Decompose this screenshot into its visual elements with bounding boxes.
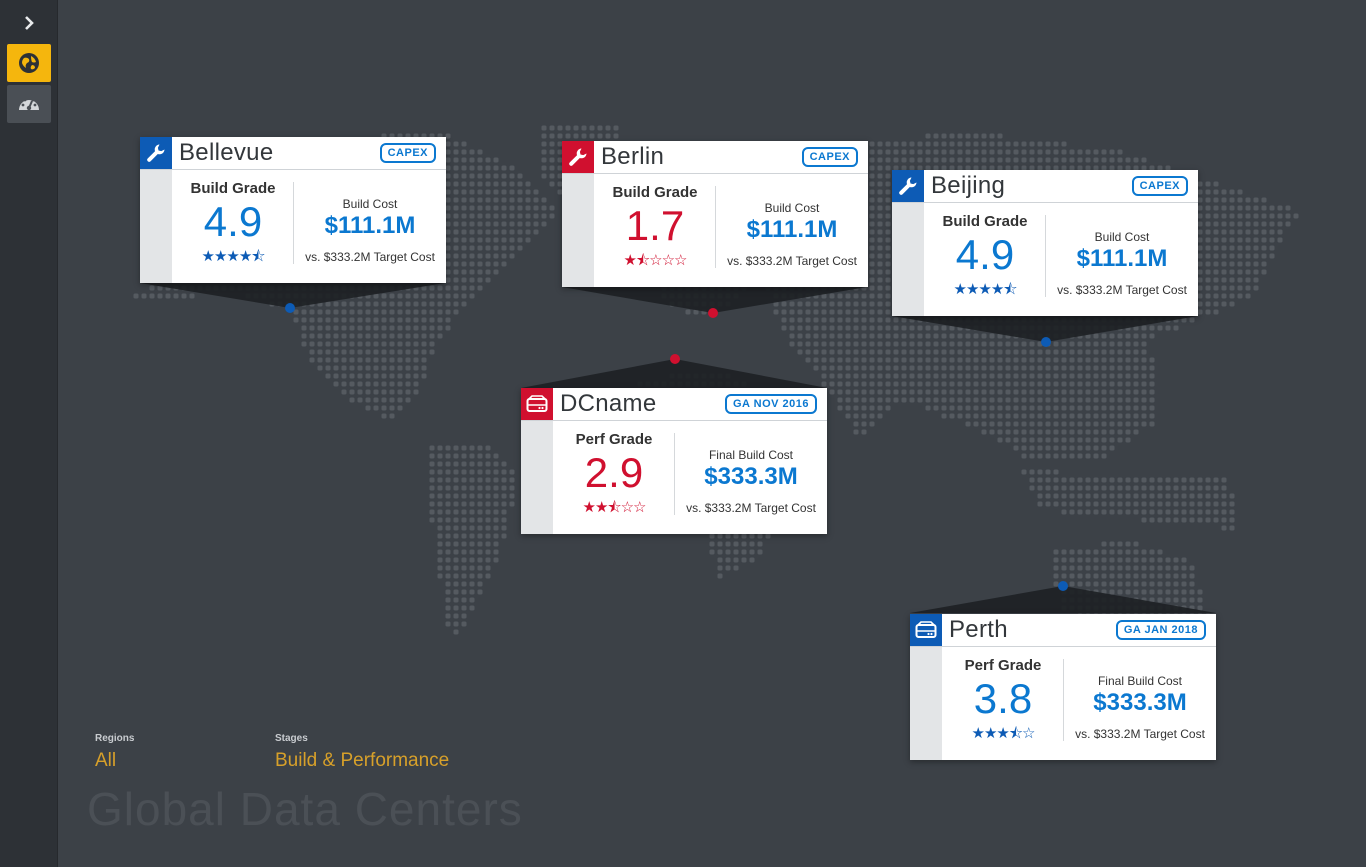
stages-label: Stages [275,733,308,744]
grade-value: 1.7 [625,202,685,249]
server-icon [526,395,548,412]
cost-value: $111.1M [746,216,838,243]
datacenter-card-beijing[interactable]: Beijing CAPEX Build Grade 4.9 ★★★★⯪ Build Cos… [892,170,1198,316]
target-cost: vs. $333.2M Target Cost [305,250,435,264]
card-header: Bellevue CAPEX [140,137,446,170]
cost-label: Final Build Cost [708,448,794,462]
datacenter-name: Beijing [931,172,1006,199]
card-type-icon [521,388,553,420]
beijing-location-marker[interactable] [1041,337,1051,347]
card-side-strip [910,647,942,760]
wrench-icon [147,144,165,162]
grade-label: Perf Grade [964,657,1042,674]
star-rating: ★★⯪☆☆ [582,499,647,516]
cost-label: Build Cost [342,197,398,211]
cost-value: $111.1M [324,212,416,239]
datacenter-card-bellevue[interactable]: Bellevue CAPEX Build Grade 4.9 ★★★★⯪ Build Co… [140,137,446,283]
card-type-icon [140,137,172,169]
grade-value: 4.9 [955,231,1015,278]
cost-label: Build Cost [1094,230,1150,244]
status-badge: CAPEX [379,143,436,163]
star-rating: ★★★⯪☆ [971,725,1036,742]
star-rating: ★⯪☆☆☆ [623,252,688,269]
status-badge: GA NOV 2016 [724,394,817,414]
target-cost: vs. $333.2M Target Cost [686,501,816,515]
datacenter-card-perth[interactable]: Perth GA JAN 2018 Perf Grade 3.8 ★★★⯪☆ Final … [910,614,1216,760]
star-rating: ★★★★⯪ [201,248,266,265]
card-type-icon [892,170,924,202]
stages-filter[interactable]: Build & Performance [275,750,449,772]
grade-label: Build Grade [190,180,276,197]
datacenter-name: DCname [560,390,657,417]
card-side-strip [521,421,553,534]
grade-label: Perf Grade [575,431,653,448]
card-type-icon [910,614,942,646]
cost-value: $111.1M [1076,245,1168,272]
wrench-icon [569,148,587,166]
datacenter-name: Berlin [601,143,665,170]
regions-label: Regions [95,733,135,744]
target-cost: vs. $333.2M Target Cost [727,254,857,268]
grade-label: Build Grade [612,184,698,201]
card-type-icon [562,141,594,173]
grade-value: 4.9 [203,198,263,245]
berlin-location-marker[interactable] [708,308,718,318]
card-header: Berlin CAPEX [562,141,868,174]
grade-value: 3.8 [973,675,1033,722]
dcname-location-marker[interactable] [670,354,680,364]
target-cost: vs. $333.2M Target Cost [1075,727,1205,741]
star-rating: ★★★★⯪ [953,281,1018,298]
card-side-strip [892,203,924,316]
status-badge: CAPEX [801,147,858,167]
card-header: Perth GA JAN 2018 [910,614,1216,647]
status-badge: GA JAN 2018 [1115,620,1206,640]
card-header: Beijing CAPEX [892,170,1198,203]
card-side-strip [562,174,594,287]
status-badge: CAPEX [1131,176,1188,196]
card-header: DCname GA NOV 2016 [521,388,827,421]
page-title: Global Data Centers [87,783,523,835]
bellevue-location-marker[interactable] [285,303,295,313]
datacenter-card-dcname[interactable]: DCname GA NOV 2016 Perf Grade 2.9 ★★⯪☆☆ Final… [521,388,827,534]
grade-label: Build Grade [942,213,1028,230]
perth-location-marker[interactable] [1058,581,1068,591]
cost-label: Final Build Cost [1097,674,1183,688]
datacenter-name: Bellevue [179,139,274,166]
wrench-icon [899,177,917,195]
datacenter-name: Perth [949,616,1008,643]
cost-value: $333.3M [704,463,798,490]
cost-label: Build Cost [764,201,820,215]
target-cost: vs. $333.2M Target Cost [1057,283,1187,297]
server-icon [915,621,937,638]
datacenter-card-berlin[interactable]: Berlin CAPEX Build Grade 1.7 ★⯪☆☆☆ Build Cost… [562,141,868,287]
grade-value: 2.9 [584,449,644,496]
card-side-strip [140,170,172,283]
regions-filter[interactable]: All [95,750,116,772]
cost-value: $333.3M [1093,689,1187,716]
